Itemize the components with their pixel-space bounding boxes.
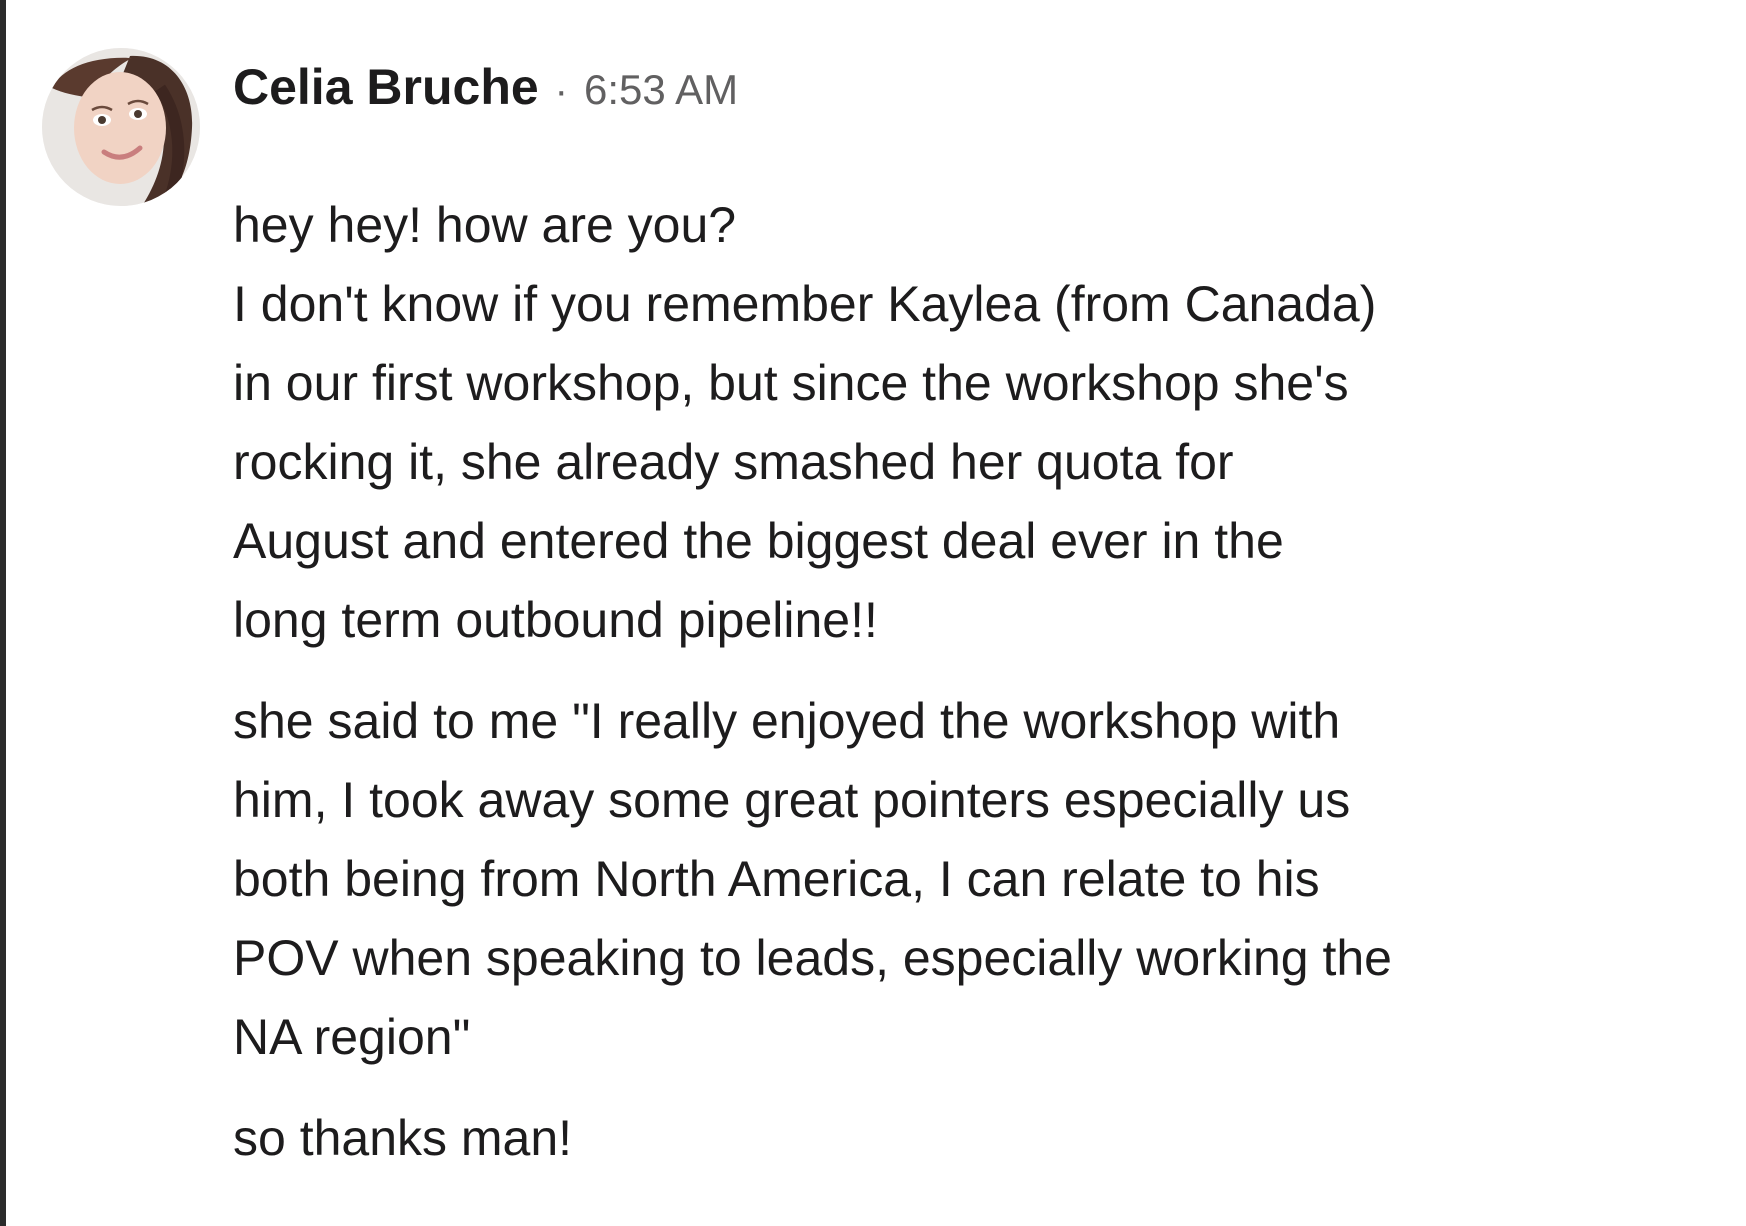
message-line: in our first workshop, but since the wor…: [233, 355, 1349, 411]
message-pane: Celia Bruche · 6:53 AM hey hey! how are …: [0, 0, 1746, 1226]
message-timestamp[interactable]: 6:53 AM: [584, 66, 738, 114]
message-line: NA region": [233, 1009, 471, 1065]
message-paragraph: so thanks man!: [233, 1099, 1673, 1178]
header-separator: ·: [554, 69, 568, 113]
message-line: so thanks man!: [233, 1110, 573, 1166]
message-line: she said to me "I really enjoyed the wor…: [233, 693, 1341, 749]
message-line: hey hey! how are you?: [233, 197, 737, 253]
message-line: him, I took away some great pointers esp…: [233, 772, 1351, 828]
message-line: I don't know if you remember Kaylea (fro…: [233, 276, 1377, 332]
message-content: Celia Bruche · 6:53 AM hey hey! how are …: [233, 48, 1673, 1178]
message-line: POV when speaking to leads, especially w…: [233, 930, 1392, 986]
date-divider-fragment: [800, 0, 1000, 6]
message-body: hey hey! how are you? I don't know if yo…: [233, 186, 1673, 1178]
message-line: August and entered the biggest deal ever…: [233, 513, 1284, 569]
sender-name[interactable]: Celia Bruche: [233, 58, 539, 116]
window-left-border: [0, 0, 6, 1226]
message-line: long term outbound pipeline!!: [233, 592, 878, 648]
message-line: rocking it, she already smashed her quot…: [233, 434, 1234, 490]
user-avatar-photo-icon: [42, 48, 200, 206]
sender-avatar[interactable]: [42, 48, 200, 206]
message-paragraph: hey hey! how are you? I don't know if yo…: [233, 186, 1673, 660]
message-line: both being from North America, I can rel…: [233, 851, 1320, 907]
message-paragraph: she said to me "I really enjoyed the wor…: [233, 682, 1673, 1077]
message-header: Celia Bruche · 6:53 AM: [233, 48, 1673, 138]
